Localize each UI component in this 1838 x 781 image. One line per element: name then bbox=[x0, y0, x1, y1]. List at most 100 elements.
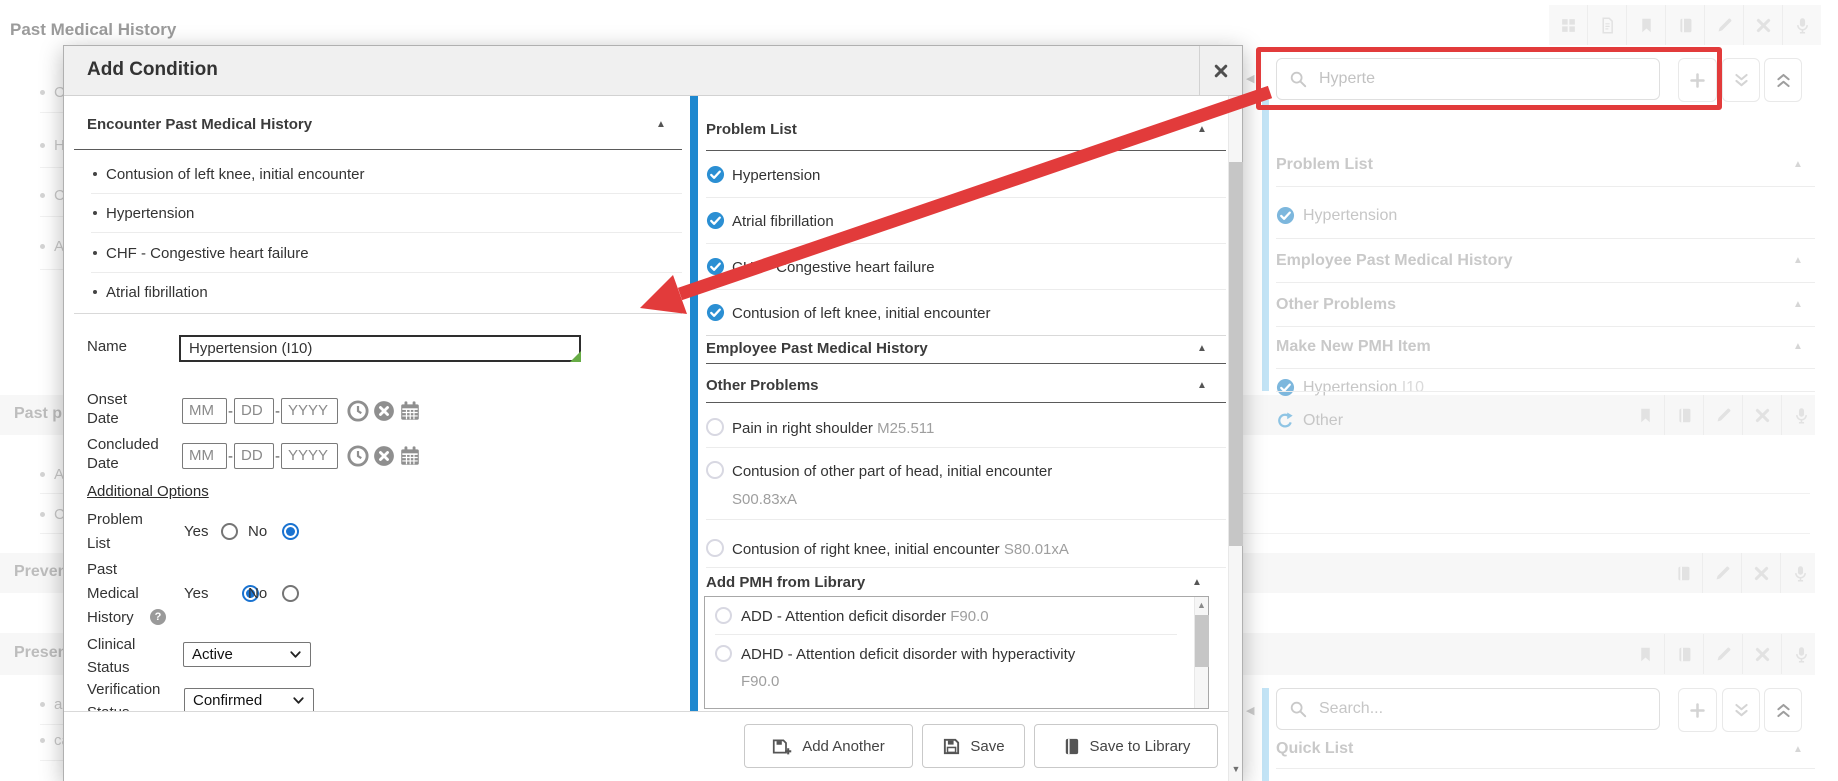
concluded-month-input[interactable]: MM bbox=[182, 443, 227, 469]
book-icon[interactable] bbox=[1664, 553, 1702, 593]
additional-options-link[interactable]: Additional Options bbox=[87, 483, 209, 500]
problem-list-item[interactable]: Hypertension bbox=[732, 167, 820, 184]
document-icon[interactable] bbox=[1587, 5, 1626, 45]
problem-list-item[interactable]: CHF - Congestive heart failure bbox=[732, 259, 935, 276]
collapse-caret-icon[interactable]: ▲ bbox=[1197, 380, 1207, 391]
microphone-icon[interactable] bbox=[1780, 553, 1819, 593]
add-button[interactable] bbox=[1678, 688, 1717, 732]
sidebar-other-problems-header[interactable]: Other Problems bbox=[1276, 296, 1396, 314]
pencil-icon[interactable] bbox=[1703, 395, 1742, 435]
modal-scrollbar[interactable]: ▲ ▼ bbox=[1228, 96, 1242, 781]
clock-icon[interactable] bbox=[347, 400, 369, 427]
other-problem-item[interactable]: Contusion of other part of head, initial… bbox=[732, 463, 1052, 480]
other-problem-item[interactable]: Pain in right shoulder M25.511 bbox=[732, 420, 934, 437]
quick-list-header[interactable]: Quick List bbox=[1276, 740, 1353, 758]
scrollbar-thumb[interactable] bbox=[1195, 615, 1209, 667]
problem-list-item[interactable]: Atrial fibrillation bbox=[732, 213, 834, 230]
book-icon[interactable] bbox=[1664, 395, 1703, 435]
pencil-icon[interactable] bbox=[1704, 5, 1743, 45]
expand-all-button[interactable] bbox=[1764, 688, 1802, 732]
close-icon[interactable] bbox=[1741, 553, 1780, 593]
pmh-search-input[interactable] bbox=[1317, 69, 1647, 89]
library-item[interactable]: ADHD - Attention deficit disorder with h… bbox=[741, 646, 1075, 663]
sidebar-problem-item[interactable]: Hypertension bbox=[1303, 207, 1397, 225]
quick-list-search-box[interactable] bbox=[1276, 688, 1660, 730]
scroll-up-icon[interactable]: ▲ bbox=[1195, 600, 1208, 610]
encounter-pmh-header[interactable]: Encounter Past Medical History bbox=[87, 116, 312, 133]
sidebar-make-new-pmh-header[interactable]: Make New PMH Item bbox=[1276, 338, 1431, 356]
add-another-button[interactable]: Add Another bbox=[744, 724, 913, 768]
add-pmh-library-header[interactable]: Add PMH from Library bbox=[706, 574, 865, 591]
onset-year-input[interactable]: YYYY bbox=[281, 398, 338, 424]
collapse-caret-icon[interactable]: ▲ bbox=[1793, 341, 1803, 352]
concluded-year-input[interactable]: YYYY bbox=[281, 443, 338, 469]
problem-list-header[interactable]: Problem List bbox=[706, 121, 797, 138]
bookmark-icon[interactable] bbox=[1626, 395, 1664, 435]
bookmark-icon[interactable] bbox=[1626, 634, 1664, 674]
scrollbar-thumb[interactable] bbox=[1229, 162, 1243, 546]
close-icon[interactable] bbox=[1743, 5, 1782, 45]
sidebar-other-item[interactable]: Other bbox=[1303, 412, 1343, 430]
calendar-icon[interactable] bbox=[399, 445, 421, 472]
save-to-library-button[interactable]: Save to Library bbox=[1034, 724, 1218, 768]
scroll-up-icon[interactable]: ▲ bbox=[1229, 101, 1242, 111]
quick-list-search-input[interactable] bbox=[1317, 699, 1647, 719]
onset-day-input[interactable]: DD bbox=[234, 398, 274, 424]
collapse-caret-icon[interactable]: ▲ bbox=[1197, 343, 1207, 354]
sidebar-new-pmh-item[interactable]: Hypertension I10 bbox=[1303, 379, 1424, 397]
book-icon[interactable] bbox=[1664, 634, 1703, 674]
condition-name-input[interactable] bbox=[179, 335, 581, 362]
library-item[interactable]: ADD - Attention deficit disorder F90.0 bbox=[741, 608, 989, 625]
microphone-icon[interactable] bbox=[1782, 5, 1821, 45]
collapse-caret-icon[interactable]: ▲ bbox=[1793, 299, 1803, 310]
panel-collapse-icon[interactable]: ◀ bbox=[1246, 704, 1254, 717]
help-icon[interactable]: ? bbox=[150, 609, 166, 625]
calendar-icon[interactable] bbox=[399, 400, 421, 427]
scroll-down-icon[interactable]: ▼ bbox=[1229, 764, 1243, 774]
problem-list-no-radio[interactable] bbox=[282, 523, 299, 540]
pencil-icon[interactable] bbox=[1703, 634, 1742, 674]
other-problem-item[interactable]: Contusion of right knee, initial encount… bbox=[732, 541, 1069, 558]
expand-all-button[interactable] bbox=[1764, 58, 1802, 102]
sidebar-problem-list-header[interactable]: Problem List bbox=[1276, 156, 1373, 174]
collapse-caret-icon[interactable]: ▲ bbox=[1197, 124, 1207, 135]
panel-collapse-icon[interactable]: ◀ bbox=[1246, 72, 1254, 85]
pmh-search-box[interactable] bbox=[1276, 58, 1660, 100]
verification-status-select[interactable]: Confirmed bbox=[184, 688, 314, 713]
clinical-status-select[interactable]: Active bbox=[183, 642, 311, 667]
collapse-caret-icon[interactable]: ▲ bbox=[1793, 744, 1803, 755]
date-separator: - bbox=[275, 448, 280, 465]
grid-icon[interactable] bbox=[1549, 5, 1587, 45]
clear-date-icon[interactable] bbox=[373, 400, 395, 427]
collapse-caret-icon[interactable]: ▲ bbox=[1793, 159, 1803, 170]
close-icon[interactable] bbox=[1742, 634, 1781, 674]
problem-list-item[interactable]: Contusion of left knee, initial encounte… bbox=[732, 305, 991, 322]
collapse-all-button[interactable] bbox=[1722, 58, 1760, 102]
other-problems-header[interactable]: Other Problems bbox=[706, 377, 819, 394]
employee-pmh-header[interactable]: Employee Past Medical History bbox=[706, 340, 928, 357]
problem-list-yes-radio[interactable] bbox=[221, 523, 238, 540]
onset-month-input[interactable]: MM bbox=[182, 398, 227, 424]
resize-grip-icon[interactable] bbox=[570, 351, 581, 362]
collapse-caret-icon[interactable]: ▲ bbox=[1793, 255, 1803, 266]
library-scrollbar[interactable]: ▲ bbox=[1194, 597, 1208, 708]
pencil-icon[interactable] bbox=[1702, 553, 1741, 593]
save-button[interactable]: Save bbox=[922, 724, 1025, 768]
bookmark-icon[interactable] bbox=[1626, 5, 1665, 45]
check-circle-icon bbox=[706, 211, 725, 235]
sidebar-employee-pmh-header[interactable]: Employee Past Medical History bbox=[1276, 252, 1513, 270]
pmh-no-radio[interactable] bbox=[282, 585, 299, 602]
add-condition-button[interactable] bbox=[1678, 58, 1717, 102]
collapse-caret-icon[interactable]: ▲ bbox=[1192, 577, 1202, 588]
book-icon[interactable] bbox=[1665, 5, 1704, 45]
modal-close-button[interactable] bbox=[1199, 46, 1242, 96]
clock-icon[interactable] bbox=[347, 445, 369, 472]
collapse-caret-icon[interactable]: ▲ bbox=[656, 119, 666, 130]
microphone-icon[interactable] bbox=[1781, 634, 1820, 674]
close-icon[interactable] bbox=[1742, 395, 1781, 435]
microphone-icon[interactable] bbox=[1781, 395, 1820, 435]
concluded-day-input[interactable]: DD bbox=[234, 443, 274, 469]
collapse-all-button[interactable] bbox=[1722, 688, 1760, 732]
add-condition-modal: Add Condition ▲ ▼ Encounter Past Medical… bbox=[63, 45, 1243, 781]
clear-date-icon[interactable] bbox=[373, 445, 395, 472]
